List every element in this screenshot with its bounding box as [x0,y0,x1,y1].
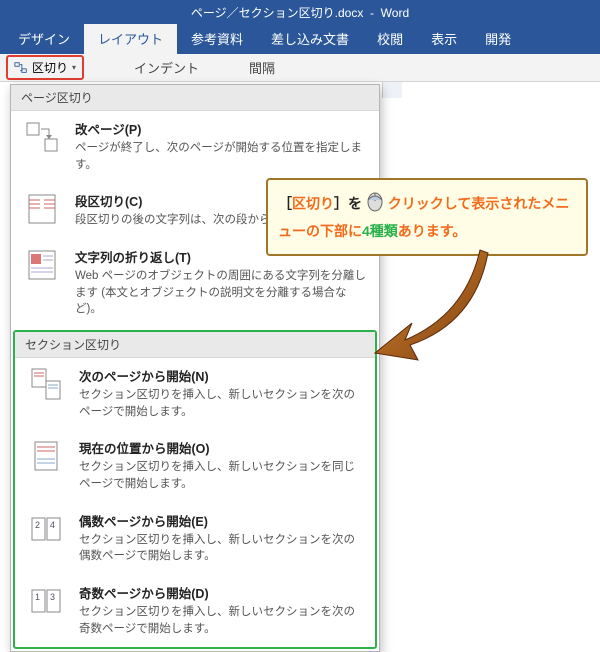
mouse-icon [366,190,384,220]
svg-text:3: 3 [50,592,55,602]
tab-layout[interactable]: レイアウト [84,23,177,54]
ruler-corner [382,82,402,98]
item-desc: セクション区切りを挿入し、新しいセクションを同じページで開始します。 [79,459,365,492]
item-title: 偶数ページから開始(E) [79,511,365,530]
callout-text: ］を [334,196,366,212]
ribbon-toolbar: 区切り ▾ インデント 間隔 [0,54,600,82]
item-title: 現在の位置から開始(O) [79,438,365,457]
section-breaks-group: セクション区切り 次のページから開始(N) セクション区切りを挿入し、新しいセク… [13,330,377,649]
menu-item-page-break[interactable]: 改ページ(P) ページが終了し、次のページが開始する位置を指定します。 [11,111,379,183]
page-breaks-header: ページ区切り [11,85,379,111]
text-wrapping-icon [25,247,59,283]
chevron-down-icon: ▾ [72,63,76,72]
breaks-label: 区切り [32,59,68,76]
continuous-icon [29,438,63,474]
item-title: 次のページから開始(N) [79,366,365,385]
section-breaks-header: セクション区切り [15,332,375,358]
odd-page-icon: 13 [29,583,63,619]
item-title: 奇数ページから開始(D) [79,583,365,602]
item-desc: セクション区切りを挿入し、新しいセクションを次の偶数ページで開始します。 [79,532,365,565]
menu-item-odd-page[interactable]: 13 奇数ページから開始(D) セクション区切りを挿入し、新しいセクションを次の… [15,575,375,647]
annotation-arrow [370,245,490,365]
spacing-group-label: 間隔 [249,58,275,77]
item-desc: セクション区切りを挿入し、新しいセクションを次のページで開始します。 [79,387,365,420]
callout-count: 4種類 [362,223,398,239]
svg-text:2: 2 [35,520,40,530]
tab-design[interactable]: デザイン [4,23,84,54]
item-desc: ページが終了し、次のページが開始する位置を指定します。 [75,140,369,173]
item-title: 改ページ(P) [75,119,369,138]
item-desc: セクション区切りを挿入し、新しいセクションを次の奇数ページで開始します。 [79,604,365,637]
callout-text: あります。 [398,223,467,239]
menu-item-continuous[interactable]: 現在の位置から開始(O) セクション区切りを挿入し、新しいセクションを同じページ… [15,430,375,502]
tab-view[interactable]: 表示 [417,23,471,54]
callout-highlight: 区切り [292,196,334,212]
tab-references[interactable]: 参考資料 [177,23,257,54]
window-title: ページ／セクション区切り.docx - Word [191,4,409,21]
svg-text:1: 1 [35,592,40,602]
item-desc: Web ページのオブジェクトの周囲にある文字列を分離します (本文とオブジェクト… [75,268,369,318]
breaks-button[interactable]: 区切り ▾ [6,55,84,80]
callout-text: ［ [278,196,292,212]
menu-item-even-page[interactable]: 24 偶数ページから開始(E) セクション区切りを挿入し、新しいセクションを次の… [15,503,375,575]
app-name: Word [381,6,409,20]
annotation-callout: ［区切り］を クリックして表示されたメニューの下部に4種類あります。 [266,178,588,256]
svg-text:4: 4 [50,520,55,530]
page-break-icon [25,119,59,155]
tab-developer[interactable]: 開発 [471,23,525,54]
breaks-icon [14,61,28,75]
indent-group-label: インデント [134,58,199,77]
title-bar: ページ／セクション区切り.docx - Word [0,0,600,24]
ribbon-tabs: デザイン レイアウト 参考資料 差し込み文書 校閲 表示 開発 [0,24,600,54]
column-break-icon [25,191,59,227]
menu-item-next-page[interactable]: 次のページから開始(N) セクション区切りを挿入し、新しいセクションを次のページ… [15,358,375,430]
tab-review[interactable]: 校閲 [363,23,417,54]
next-page-icon [29,366,63,402]
breaks-dropdown: ページ区切り 改ページ(P) ページが終了し、次のページが開始する位置を指定しま… [10,84,380,652]
filename: ページ／セクション区切り.docx [191,6,363,20]
even-page-icon: 24 [29,511,63,547]
tab-mailings[interactable]: 差し込み文書 [257,23,363,54]
